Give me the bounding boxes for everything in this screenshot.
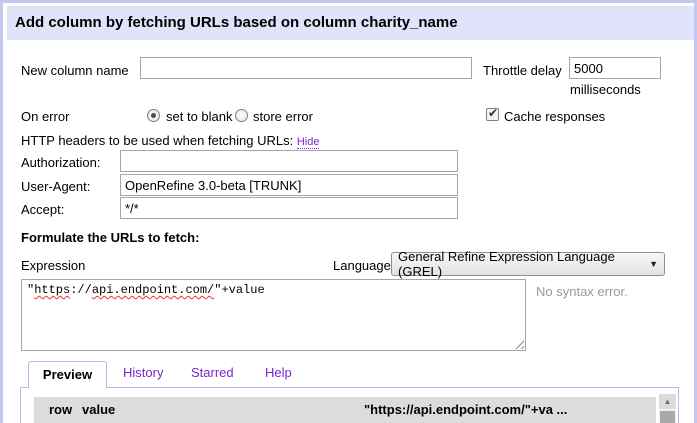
throttle-delay-label: Throttle delay	[483, 63, 562, 78]
expression-segment: ://	[70, 283, 92, 297]
column-header-expression: "https://api.endpoint.com/"+va ...	[364, 402, 567, 417]
user-agent-label: User-Agent:	[21, 179, 90, 194]
formulate-urls-heading: Formulate the URLs to fetch:	[21, 230, 199, 245]
tab-starred[interactable]: Starred	[191, 365, 234, 380]
expression-label: Expression	[21, 258, 85, 273]
new-column-name-label: New column name	[21, 63, 129, 78]
throttle-delay-input[interactable]	[569, 57, 661, 79]
add-column-fetch-dialog: Add column by fetching URLs based on col…	[0, 0, 697, 423]
expression-editor[interactable]: "https://api.endpoint.com/"+value	[21, 279, 526, 351]
syntax-status: No syntax error.	[536, 284, 628, 299]
column-header-value: value	[82, 402, 115, 417]
language-select-value: General Refine Expression Language (GREL…	[398, 249, 649, 279]
user-agent-input[interactable]	[120, 174, 458, 196]
accept-label: Accept:	[21, 202, 64, 217]
authorization-label: Authorization:	[21, 155, 101, 170]
preview-scrollbar[interactable]: ▲	[659, 394, 676, 423]
new-column-name-input[interactable]	[140, 57, 472, 79]
hide-headers-link[interactable]: Hide	[297, 136, 320, 149]
on-error-label: On error	[21, 109, 69, 124]
scroll-up-icon[interactable]: ▲	[659, 394, 676, 409]
dialog-title: Add column by fetching URLs based on col…	[7, 6, 694, 40]
language-select[interactable]: General Refine Expression Language (GREL…	[391, 252, 665, 276]
http-headers-heading: HTTP headers to be used when fetching UR…	[21, 133, 319, 148]
tab-help[interactable]: Help	[265, 365, 292, 380]
accept-input[interactable]	[120, 197, 458, 219]
throttle-unit-label: milliseconds	[570, 82, 641, 97]
expression-segment: https	[34, 283, 70, 297]
resize-handle-icon[interactable]	[514, 339, 524, 349]
http-headers-heading-text: HTTP headers to be used when fetching UR…	[21, 133, 293, 148]
tab-preview[interactable]: Preview	[28, 361, 107, 388]
preview-panel: row value "https://api.endpoint.com/"+va…	[20, 387, 679, 423]
on-error-radio-store-error-label[interactable]: store error	[253, 109, 313, 124]
on-error-radio-set-to-blank-label[interactable]: set to blank	[166, 109, 233, 124]
on-error-radio-set-to-blank[interactable]	[147, 109, 160, 122]
expression-segment: api.endpoint.com/	[92, 283, 214, 297]
cache-responses-checkbox[interactable]	[486, 108, 499, 121]
preview-table-header: row value "https://api.endpoint.com/"+va…	[34, 397, 656, 423]
chevron-down-icon: ▼	[649, 259, 658, 269]
language-label: Language	[333, 258, 391, 273]
screen: Add column by fetching URLs based on col…	[0, 0, 697, 423]
column-header-row: row	[49, 402, 72, 417]
authorization-input[interactable]	[120, 150, 458, 172]
scrollbar-thumb[interactable]	[660, 411, 675, 423]
on-error-radio-store-error[interactable]	[235, 109, 248, 122]
cache-responses-label[interactable]: Cache responses	[504, 109, 605, 124]
tab-history[interactable]: History	[123, 365, 163, 380]
expression-segment: "+value	[214, 283, 264, 297]
